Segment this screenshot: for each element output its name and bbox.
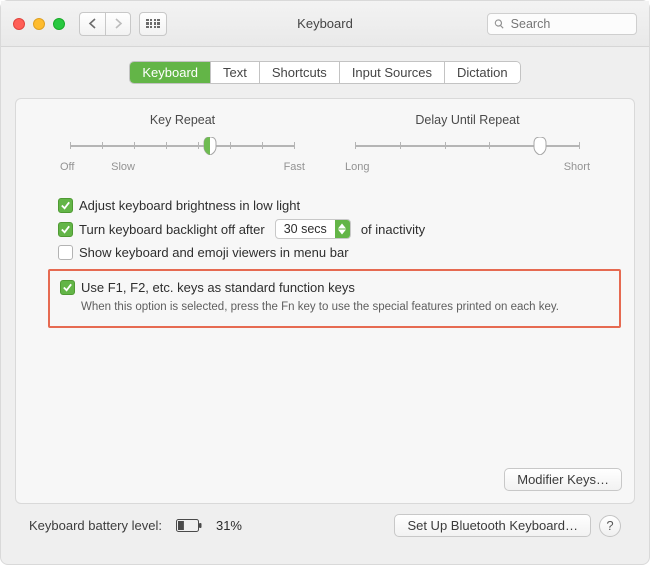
key-repeat-title: Key Repeat xyxy=(60,113,305,127)
viewers-checkbox[interactable] xyxy=(58,245,73,260)
chevron-right-icon xyxy=(114,18,123,29)
viewers-row: Show keyboard and emoji viewers in menu … xyxy=(58,242,602,263)
grid-icon xyxy=(146,19,159,29)
delay-long-label: Long xyxy=(345,161,369,173)
viewers-label: Show keyboard and emoji viewers in menu … xyxy=(79,245,349,260)
check-icon xyxy=(60,200,71,211)
fn-keys-label: Use F1, F2, etc. keys as standard functi… xyxy=(81,280,355,295)
options: Adjust keyboard brightness in low light … xyxy=(30,191,620,263)
titlebar: Keyboard xyxy=(1,1,649,47)
zoom-window-button[interactable] xyxy=(53,18,65,30)
tabs: Keyboard Text Shortcuts Input Sources Di… xyxy=(15,61,635,84)
chevron-left-icon xyxy=(88,18,97,29)
key-repeat-off-label: Off xyxy=(60,161,74,173)
window: Keyboard Keyboard Text Shortcuts Input S… xyxy=(0,0,650,565)
fn-keys-description: When this option is selected, press the … xyxy=(58,300,611,316)
back-button[interactable] xyxy=(79,12,105,36)
search-field[interactable] xyxy=(487,13,637,35)
battery-percent: 31% xyxy=(216,518,242,533)
key-repeat-fast-label: Fast xyxy=(284,161,305,173)
settings-panel: Key Repeat Off Slow xyxy=(15,98,635,504)
backlight-label-before: Turn keyboard backlight off after xyxy=(79,222,265,237)
show-all-prefs-button[interactable] xyxy=(139,12,167,36)
fn-keys-row: Use F1, F2, etc. keys as standard functi… xyxy=(58,277,611,298)
slider-thumb-icon xyxy=(533,137,547,155)
delay-title: Delay Until Repeat xyxy=(345,113,590,127)
forward-button[interactable] xyxy=(105,12,131,36)
key-repeat-block: Key Repeat Off Slow xyxy=(60,113,305,173)
fn-keys-highlight: Use F1, F2, etc. keys as standard functi… xyxy=(48,269,621,328)
backlight-duration-value: 30 secs xyxy=(276,222,335,236)
battery-icon xyxy=(176,519,202,532)
stepper-arrows[interactable] xyxy=(335,219,350,239)
sliders-row: Key Repeat Off Slow xyxy=(30,113,620,191)
tab-shortcuts[interactable]: Shortcuts xyxy=(260,62,340,83)
help-icon: ? xyxy=(606,518,613,533)
content: Keyboard Text Shortcuts Input Sources Di… xyxy=(1,47,649,547)
key-repeat-slow-label: Slow xyxy=(111,161,135,173)
tab-dictation[interactable]: Dictation xyxy=(445,62,520,83)
tab-input-sources[interactable]: Input Sources xyxy=(340,62,445,83)
delay-short-label: Short xyxy=(564,161,590,173)
chevron-down-icon xyxy=(338,229,346,235)
battery-label: Keyboard battery level: xyxy=(29,518,162,533)
backlight-checkbox[interactable] xyxy=(58,222,73,237)
search-input[interactable] xyxy=(509,16,630,32)
footer: Keyboard battery level: 31% Set Up Bluet… xyxy=(15,504,635,537)
check-icon xyxy=(62,282,73,293)
modifier-keys-button[interactable]: Modifier Keys… xyxy=(504,468,622,491)
nav-buttons xyxy=(79,12,131,36)
bluetooth-keyboard-button[interactable]: Set Up Bluetooth Keyboard… xyxy=(394,514,591,537)
backlight-label-after: of inactivity xyxy=(361,222,425,237)
traffic-lights xyxy=(13,18,65,30)
fn-keys-checkbox[interactable] xyxy=(60,280,75,295)
close-window-button[interactable] xyxy=(13,18,25,30)
delay-slider[interactable] xyxy=(355,137,580,155)
tab-text[interactable]: Text xyxy=(211,62,260,83)
brightness-checkbox[interactable] xyxy=(58,198,73,213)
check-icon xyxy=(60,224,71,235)
delay-block: Delay Until Repeat Long Short xyxy=(345,113,590,173)
help-button[interactable]: ? xyxy=(599,515,621,537)
brightness-label: Adjust keyboard brightness in low light xyxy=(79,198,300,213)
brightness-row: Adjust keyboard brightness in low light xyxy=(58,195,602,216)
backlight-duration-stepper[interactable]: 30 secs xyxy=(275,219,351,239)
slider-thumb-icon xyxy=(203,137,217,155)
key-repeat-slider[interactable] xyxy=(70,137,295,155)
search-icon xyxy=(494,18,505,30)
backlight-row: Turn keyboard backlight off after 30 sec… xyxy=(58,216,602,242)
tab-keyboard[interactable]: Keyboard xyxy=(130,62,211,83)
minimize-window-button[interactable] xyxy=(33,18,45,30)
